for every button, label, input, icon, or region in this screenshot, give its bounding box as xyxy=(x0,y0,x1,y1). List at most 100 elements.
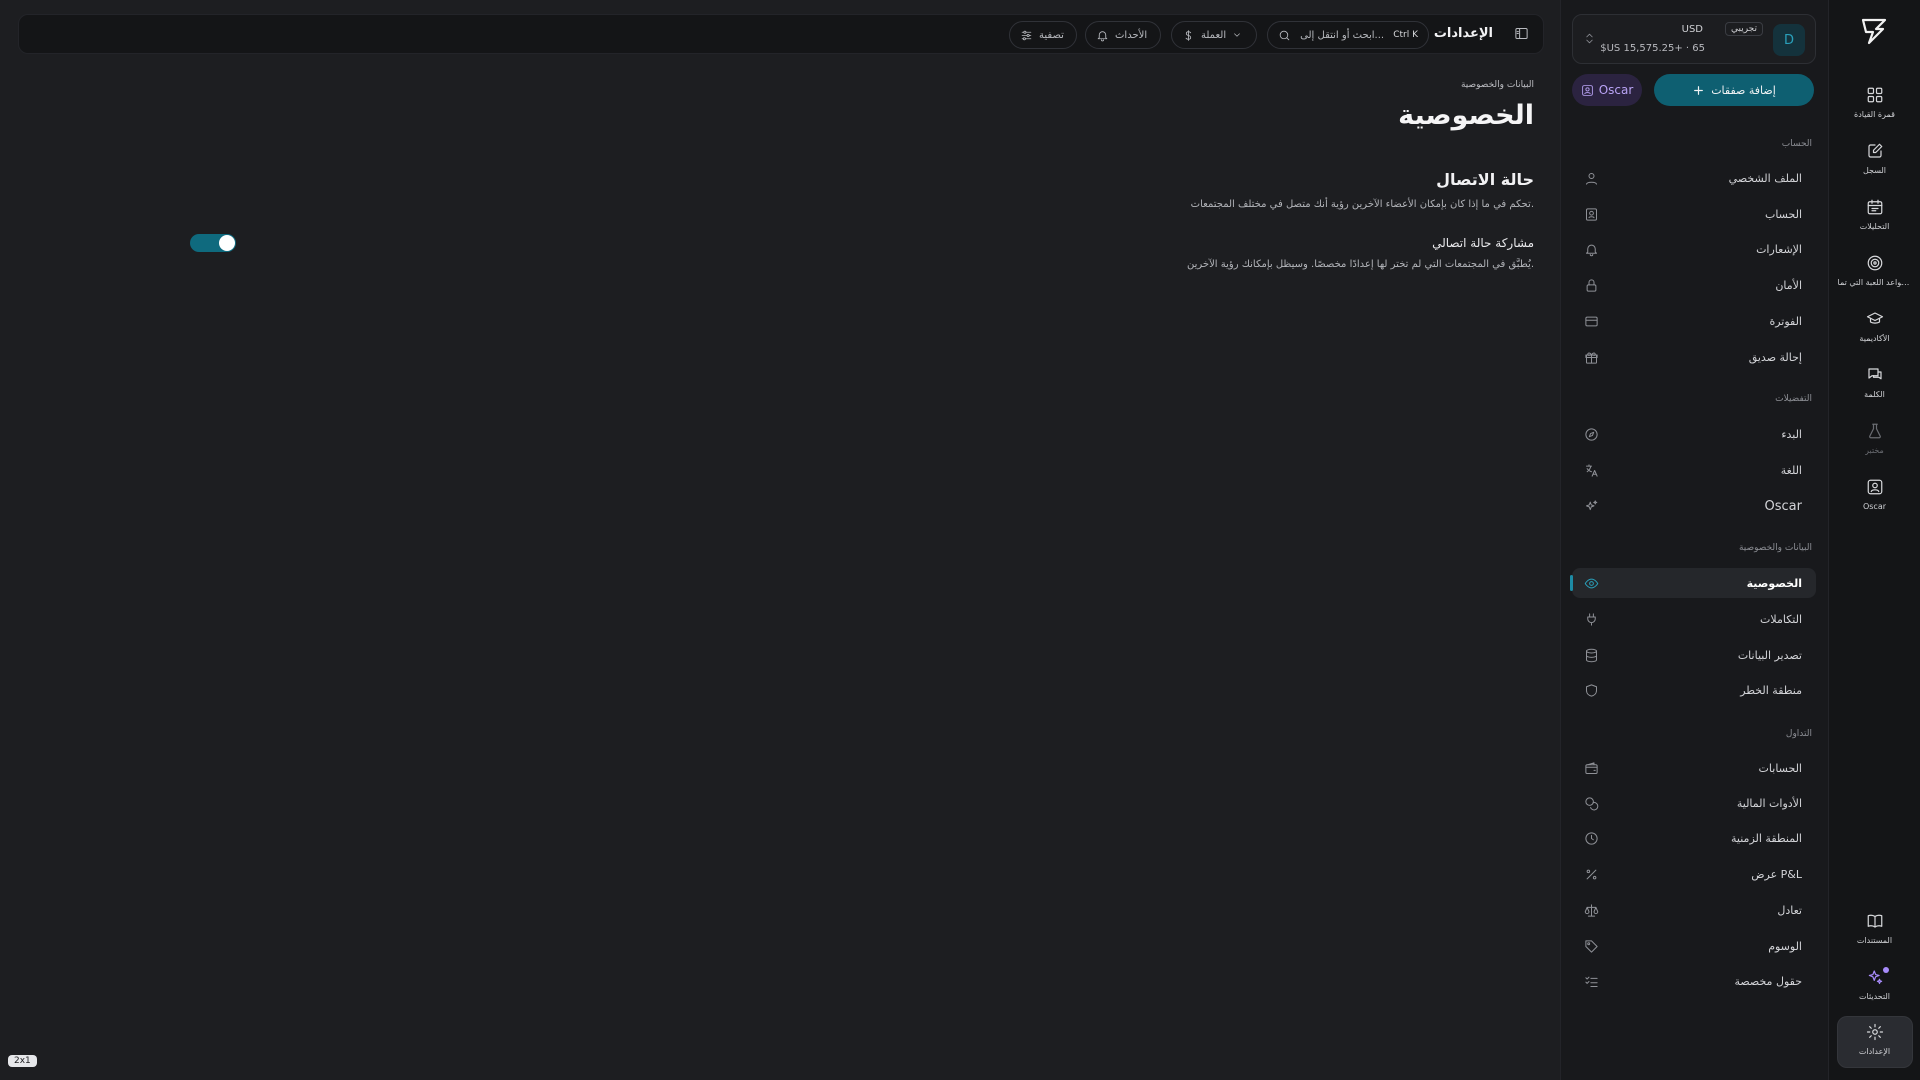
sidebar-item-integrations[interactable]: التكاملات xyxy=(1572,604,1816,634)
sidebar-item-accounts[interactable]: الحسابات xyxy=(1572,753,1816,783)
rail-label: مختبر xyxy=(1865,446,1884,455)
translate-icon xyxy=(1586,463,1598,477)
sidebar-item-danger-zone[interactable]: منطقة الخطر xyxy=(1572,675,1816,705)
filter-label: تصفية xyxy=(1039,29,1064,41)
dashboard-grid-icon xyxy=(1867,87,1882,103)
rail-label: قمرة القيادة xyxy=(1854,110,1895,119)
gift-icon xyxy=(1585,352,1598,364)
rail-label: التحديثات xyxy=(1858,992,1891,1001)
sidebar-item-label: إحالة صديق xyxy=(1748,350,1802,364)
sidebar-item-privacy[interactable]: الخصوصية xyxy=(1570,568,1816,598)
section-label-preferences: التفضيلات xyxy=(1775,394,1812,404)
section-label-account: الحساب xyxy=(1781,139,1812,149)
rail-item-word[interactable]: الكلمة xyxy=(1837,360,1913,410)
brand-logo-icon[interactable] xyxy=(1860,16,1890,46)
rail-item-updates[interactable]: التحديثات xyxy=(1837,962,1913,1012)
sidebar-item-timezone[interactable]: المنطقة الزمنية xyxy=(1572,823,1816,853)
oscar-button[interactable]: Oscar xyxy=(1572,74,1642,106)
breadcrumb[interactable]: البيانات والخصوصية xyxy=(1461,80,1534,90)
sidebar-item-label: التكاملات xyxy=(1760,612,1802,626)
target-icon xyxy=(1867,255,1882,271)
sidebar-item-export[interactable]: تصدير البيانات xyxy=(1572,640,1816,670)
rail-item-academy[interactable]: الأكاديمية xyxy=(1837,304,1913,354)
oscar-icon xyxy=(1867,479,1882,495)
rail-label: السجل xyxy=(1862,166,1887,175)
rail-label: المستندات xyxy=(1856,936,1893,945)
add-trades-button[interactable]: إضافة صفقات xyxy=(1654,74,1814,106)
eye-icon xyxy=(1584,578,1599,588)
sliders-icon xyxy=(1021,30,1032,40)
chevrons-up-down-icon xyxy=(1583,32,1596,45)
sidebar-item-getting-started[interactable]: البدء xyxy=(1572,419,1816,449)
search-input[interactable]: ابحث أو انتقل إلى... Ctrl K xyxy=(1267,21,1429,49)
toggle-knob xyxy=(219,235,235,251)
journal-edit-icon xyxy=(1867,143,1882,158)
top-bar: الإعدادات ابحث أو انتقل إلى... Ctrl K ال… xyxy=(18,14,1544,54)
percent-icon xyxy=(1586,869,1597,879)
oscar-icon xyxy=(1581,84,1593,96)
sidebar-item-billing[interactable]: الفوترة xyxy=(1572,306,1816,336)
sidebar-item-label: تعادل xyxy=(1777,903,1802,917)
page-title: الخصوصية xyxy=(1398,100,1534,131)
events-label: الأحداث xyxy=(1115,29,1148,41)
sidebar-item-tags[interactable]: الوسوم xyxy=(1572,931,1816,961)
sidebar-item-label: الخصوصية xyxy=(1746,576,1802,590)
sidebar-item-custom-fields[interactable]: حقول مخصصة xyxy=(1572,966,1816,996)
sidebar-item-notifications[interactable]: الإشعارات xyxy=(1572,234,1816,264)
tag-icon xyxy=(1585,939,1598,953)
chat-icon xyxy=(1867,368,1882,380)
sidebar-item-label: الملف الشخصي xyxy=(1728,171,1802,185)
account-switcher[interactable]: D تجريبي USD $US 15,575.25+ · 65 xyxy=(1572,14,1816,64)
filter-button[interactable]: تصفية xyxy=(1009,21,1077,49)
account-icon xyxy=(1586,207,1597,221)
rail-item-lab[interactable]: مختبر xyxy=(1837,416,1913,466)
sidebar-item-security[interactable]: الأمان xyxy=(1572,270,1816,300)
search-shortcut: Ctrl K xyxy=(1393,30,1418,40)
rail-item-dashboard[interactable]: قمرة القيادة xyxy=(1837,80,1913,130)
sidebar-item-label: الحساب xyxy=(1764,207,1802,221)
sidebar-item-label: الإشعارات xyxy=(1756,242,1802,256)
zoom-badge: 2x1 xyxy=(8,1055,37,1067)
icon-rail: قمرة القيادة السجل التحليلات قواعد اللعب… xyxy=(1828,0,1920,1080)
search-placeholder: ابحث أو انتقل إلى... xyxy=(1300,29,1385,41)
rail-item-oscar[interactable]: Oscar xyxy=(1837,472,1913,522)
sidebar-item-label: الفوترة xyxy=(1769,314,1802,328)
flask-icon xyxy=(1868,423,1881,439)
online-status-section-title: حالة الاتصال xyxy=(1436,170,1534,189)
rail-item-journal[interactable]: السجل xyxy=(1837,136,1913,186)
events-button[interactable]: الأحداث xyxy=(1085,21,1161,49)
sidebar-item-label: المنطقة الزمنية xyxy=(1731,831,1802,845)
sidebar-item-instruments[interactable]: الأدوات المالية xyxy=(1572,788,1816,818)
oscar-label: Oscar xyxy=(1598,83,1634,97)
sidebar-item-label: اللغة xyxy=(1780,463,1802,477)
rail-label: الكلمة xyxy=(1864,390,1885,399)
sidebar-item-profile[interactable]: الملف الشخصي xyxy=(1572,163,1816,193)
notification-dot xyxy=(1882,967,1889,973)
sidebar-item-pnl-display[interactable]: عرض P&L xyxy=(1572,859,1816,889)
rail-item-docs[interactable]: المستندات xyxy=(1837,906,1913,956)
scale-icon xyxy=(1584,903,1599,917)
sidebar-item-account[interactable]: الحساب xyxy=(1572,199,1816,229)
sidebar-item-language[interactable]: اللغة xyxy=(1572,455,1816,485)
currency-dropdown[interactable]: العملة xyxy=(1171,21,1257,49)
gear-icon xyxy=(1866,1023,1883,1041)
section-label-data-privacy: البيانات والخصوصية xyxy=(1738,543,1812,553)
wallet-icon xyxy=(1585,761,1598,774)
rail-item-playbooks[interactable]: قواعد اللعبة التي تما... xyxy=(1837,248,1913,298)
sidebar-toggle-icon[interactable] xyxy=(1514,26,1529,41)
sidebar-item-label: منطقة الخطر xyxy=(1740,683,1802,697)
sidebar-item-breakeven[interactable]: تعادل xyxy=(1572,895,1816,925)
share-status-option-title: مشاركة حالة اتصالي xyxy=(1432,236,1534,250)
rail-label: الإعدادات xyxy=(1858,1047,1891,1056)
lock-icon xyxy=(1586,278,1597,292)
shield-icon xyxy=(1586,683,1597,697)
currency-label: العملة xyxy=(1201,29,1227,41)
sidebar-item-oscar[interactable]: Oscar xyxy=(1572,491,1816,521)
sidebar-item-label: Oscar xyxy=(1764,498,1802,514)
rail-item-settings[interactable]: الإعدادات xyxy=(1836,1016,1913,1068)
rail-item-analytics[interactable]: التحليلات xyxy=(1837,192,1913,242)
rail-label: قواعد اللعبة التي تما... xyxy=(1837,278,1912,287)
sparkle-icon xyxy=(1586,499,1598,510)
sidebar-item-referral[interactable]: إحالة صديق xyxy=(1572,342,1816,372)
share-status-toggle[interactable] xyxy=(190,234,236,252)
